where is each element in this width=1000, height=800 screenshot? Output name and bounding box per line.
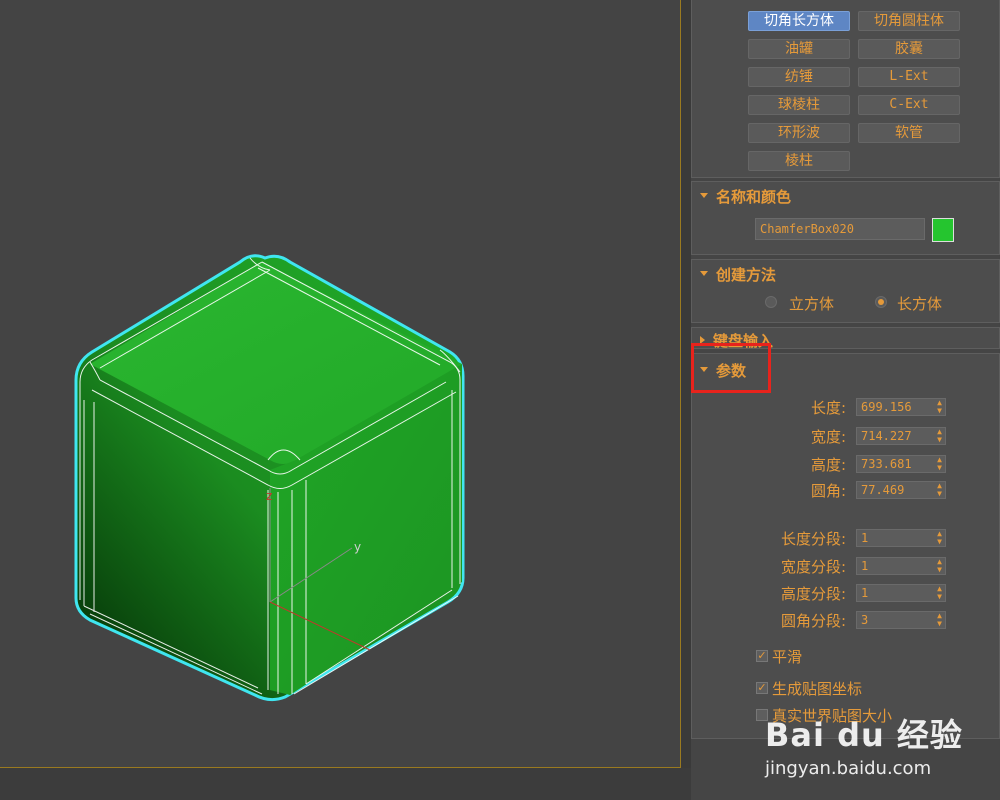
chamfer-cylinder-button[interactable]: 切角圆柱体 <box>858 11 960 31</box>
length-segs-label: 长度分段: <box>780 530 846 548</box>
length-value: 699.156 <box>861 400 912 414</box>
spinner-arrows-icon[interactable]: ▲ ▼ <box>937 530 942 546</box>
fillet-label: 圆角: <box>810 482 846 500</box>
baidu-logo: Bai du 经验 <box>765 716 963 754</box>
spinner-arrows-icon[interactable]: ▲ ▼ <box>937 558 942 574</box>
height-segs-label: 高度分段: <box>780 585 846 603</box>
gen-mapping-checkbox[interactable]: ✓ <box>756 682 768 694</box>
height-label: 高度: <box>810 456 846 474</box>
length-spinner[interactable]: 699.156 ▲ ▼ <box>856 398 946 416</box>
creation-method-rollout: 创建方法 <box>691 259 1000 323</box>
fillet-spinner[interactable]: 77.469 ▲ ▼ <box>856 481 946 499</box>
width-segs-value: 1 <box>861 559 869 573</box>
viewport-bottom-strip <box>0 768 691 800</box>
capsule-button[interactable]: 胶囊 <box>858 39 960 59</box>
length-segs-spinner[interactable]: 1 ▲ ▼ <box>856 529 946 547</box>
fillet-segs-value: 3 <box>861 613 869 627</box>
l-ext-button[interactable]: L-Ext <box>858 67 960 87</box>
radio-cube-label: 立方体 <box>789 295 835 313</box>
gen-mapping-label: 生成贴图坐标 <box>772 680 863 698</box>
spinner-arrows-icon[interactable]: ▲ ▼ <box>937 612 942 628</box>
axis-y-label: y <box>354 540 361 554</box>
oiltank-button[interactable]: 油罐 <box>748 39 850 59</box>
smooth-label: 平滑 <box>772 648 803 666</box>
width-label: 宽度: <box>810 428 846 446</box>
c-ext-button[interactable]: C-Ext <box>858 95 960 115</box>
spinner-arrows-icon[interactable]: ▲ ▼ <box>937 399 942 415</box>
creation-method-header[interactable]: 创建方法 <box>700 264 776 285</box>
spinner-arrows-icon[interactable]: ▲ ▼ <box>937 482 942 498</box>
radio-box[interactable] <box>875 296 887 308</box>
object-type-rollout: 切角长方体 切角圆柱体 油罐 胶囊 纺锤 L-Ext 球棱柱 C-Ext 环形波… <box>691 0 1000 178</box>
name-color-header[interactable]: 名称和颜色 <box>700 186 791 207</box>
command-panel: 切角长方体 切角圆柱体 油罐 胶囊 纺锤 L-Ext 球棱柱 C-Ext 环形波… <box>691 0 1000 800</box>
ringwave-button[interactable]: 环形波 <box>748 123 850 143</box>
height-segs-spinner[interactable]: 1 ▲ ▼ <box>856 584 946 602</box>
chamfer-box-object[interactable]: y z <box>74 254 465 702</box>
object-name-field[interactable]: ChamferBox020 <box>755 218 925 240</box>
gengon-button[interactable]: 球棱柱 <box>748 95 850 115</box>
perspective-viewport[interactable]: y z <box>0 0 681 768</box>
fillet-segs-spinner[interactable]: 3 ▲ ▼ <box>856 611 946 629</box>
width-value: 714.227 <box>861 429 912 443</box>
prism-button[interactable]: 棱柱 <box>748 151 850 171</box>
fillet-value: 77.469 <box>861 483 905 497</box>
length-label: 长度: <box>810 399 846 417</box>
width-spinner[interactable]: 714.227 ▲ ▼ <box>856 427 946 445</box>
width-segs-spinner[interactable]: 1 ▲ ▼ <box>856 557 946 575</box>
width-segs-label: 宽度分段: <box>780 558 846 576</box>
hose-button[interactable]: 软管 <box>858 123 960 143</box>
baidu-url: jingyan.baidu.com <box>765 758 932 779</box>
collapse-arrow-icon <box>700 193 708 198</box>
baidu-watermark: Bai du 经验 jingyan.baidu.com <box>765 710 963 779</box>
height-value: 733.681 <box>861 457 912 471</box>
radio-cube[interactable] <box>765 296 777 308</box>
creation-method-title: 创建方法 <box>716 266 777 284</box>
axis-z-label: z <box>266 489 272 503</box>
collapse-arrow-icon <box>700 271 708 276</box>
spinner-arrows-icon[interactable]: ▲ ▼ <box>937 456 942 472</box>
panel-divider <box>681 0 691 800</box>
length-segs-value: 1 <box>861 531 869 545</box>
object-color-swatch[interactable] <box>932 218 954 242</box>
name-color-title: 名称和颜色 <box>716 188 792 206</box>
smooth-checkbox[interactable]: ✓ <box>756 650 768 662</box>
height-segs-value: 1 <box>861 586 869 600</box>
viewport-canvas[interactable]: y z <box>0 0 681 768</box>
spindle-button[interactable]: 纺锤 <box>748 67 850 87</box>
spinner-arrows-icon[interactable]: ▲ ▼ <box>937 428 942 444</box>
fillet-segs-label: 圆角分段: <box>780 612 846 630</box>
parameters-highlight-box <box>691 343 771 393</box>
height-spinner[interactable]: 733.681 ▲ ▼ <box>856 455 946 473</box>
chamfer-box-button[interactable]: 切角长方体 <box>748 11 850 31</box>
radio-box-label: 长方体 <box>897 295 943 313</box>
spinner-arrows-icon[interactable]: ▲ ▼ <box>937 585 942 601</box>
